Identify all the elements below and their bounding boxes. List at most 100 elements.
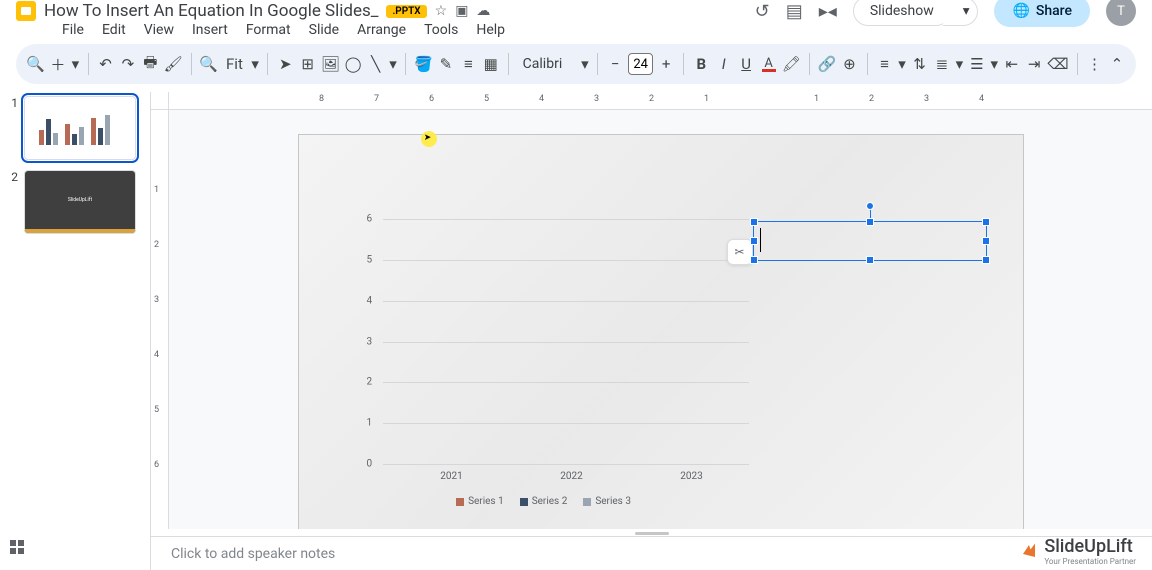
add-comment-button[interactable]: ⊕ bbox=[840, 50, 858, 78]
font-size-input[interactable]: 24 bbox=[628, 53, 653, 75]
explore-grid-icon[interactable] bbox=[10, 540, 26, 560]
align-button[interactable]: ≡ bbox=[875, 50, 893, 78]
select-tool[interactable]: ➤ bbox=[276, 50, 294, 78]
thumb-chart-icon bbox=[39, 109, 125, 145]
zoom-button[interactable]: 🔍 bbox=[199, 50, 218, 78]
slide-panel: 1 2 SlideUpLift bbox=[0, 92, 150, 570]
rotate-handle[interactable] bbox=[866, 202, 874, 210]
text-color-button[interactable]: A bbox=[759, 50, 777, 78]
paint-format-button[interactable]: 🖌 bbox=[164, 50, 183, 78]
fill-color-button[interactable]: 🪣 bbox=[414, 50, 433, 78]
resize-handle[interactable] bbox=[982, 218, 990, 226]
chart-x-label: 2023 bbox=[653, 471, 731, 482]
collapse-toolbar-button[interactable]: ⌃ bbox=[1108, 50, 1126, 78]
align-dropdown[interactable]: ▾ bbox=[898, 50, 907, 78]
slide-thumbnail-2[interactable]: SlideUpLift bbox=[24, 170, 136, 234]
decrease-indent-button[interactable]: ⇤ bbox=[1003, 50, 1021, 78]
undo-button[interactable]: ↶ bbox=[96, 50, 114, 78]
resize-handle[interactable] bbox=[750, 237, 758, 245]
slide-number: 2 bbox=[8, 170, 18, 184]
highlight-button[interactable]: 🖍 bbox=[782, 50, 801, 78]
resize-handle[interactable] bbox=[750, 218, 758, 226]
menu-view[interactable]: View bbox=[136, 20, 182, 40]
document-title[interactable]: How To Insert An Equation In Google Slid… bbox=[44, 1, 378, 21]
watermark: SlideUpLift Your Presentation Partner bbox=[1020, 536, 1136, 566]
line-spacing-button[interactable]: ⇅ bbox=[910, 50, 928, 78]
zoom-dropdown[interactable]: ▾ bbox=[251, 50, 260, 78]
border-weight-button[interactable]: ≡ bbox=[459, 50, 477, 78]
menu-bar: File Edit View Insert Format Slide Arran… bbox=[0, 22, 1152, 44]
text-box[interactable] bbox=[753, 221, 987, 261]
speaker-notes-placeholder: Click to add speaker notes bbox=[171, 546, 335, 562]
textbox-tool[interactable]: ⊞ bbox=[299, 50, 317, 78]
menu-arrange[interactable]: Arrange bbox=[349, 20, 414, 40]
border-dash-button[interactable]: ▦ bbox=[482, 50, 500, 78]
menu-format[interactable]: Format bbox=[238, 20, 299, 40]
resize-handle[interactable] bbox=[982, 237, 990, 245]
menu-help[interactable]: Help bbox=[468, 20, 513, 40]
legend-item: Series 3 bbox=[583, 496, 631, 507]
meet-icon[interactable]: ▸◂ bbox=[819, 1, 837, 22]
horizontal-ruler[interactable]: 876543211234 bbox=[169, 92, 1152, 110]
redo-button[interactable]: ↷ bbox=[119, 50, 137, 78]
menu-tools[interactable]: Tools bbox=[416, 20, 466, 40]
canvas-viewport[interactable]: 0123456202120222023 Series 1Series 2Seri… bbox=[169, 110, 1152, 529]
star-icon[interactable]: ☆ bbox=[435, 3, 448, 19]
print-button[interactable]: 🖶 bbox=[141, 50, 159, 78]
increase-font-button[interactable]: + bbox=[657, 50, 675, 78]
font-dropdown[interactable]: ▾ bbox=[581, 50, 590, 78]
clear-formatting-button[interactable]: ⌫ bbox=[1047, 50, 1068, 78]
resize-handle[interactable] bbox=[750, 256, 758, 264]
shape-tool[interactable]: ◯ bbox=[344, 50, 362, 78]
more-tools-button[interactable]: ⋮ bbox=[1085, 50, 1103, 78]
menu-edit[interactable]: Edit bbox=[94, 20, 134, 40]
new-slide-dropdown[interactable]: ▾ bbox=[71, 50, 80, 78]
move-folder-icon[interactable]: ▣ bbox=[455, 3, 468, 19]
legend-item: Series 2 bbox=[520, 496, 568, 507]
toolbar: 🔍 ＋ ▾ ↶ ↷ 🖶 🖌 🔍 Fit ▾ ➤ ⊞ 🖼 ◯ ╲ ▾ 🪣 ✎ ≡ … bbox=[16, 44, 1136, 84]
slide-canvas[interactable]: 0123456202120222023 Series 1Series 2Seri… bbox=[298, 134, 1024, 529]
line-dropdown[interactable]: ▾ bbox=[389, 50, 398, 78]
legend-item: Series 1 bbox=[456, 496, 504, 507]
text-caret bbox=[760, 228, 761, 252]
history-icon[interactable]: ↺ bbox=[755, 1, 770, 22]
decrease-font-button[interactable]: − bbox=[606, 50, 624, 78]
notes-resize-handle[interactable] bbox=[151, 529, 1152, 536]
chart-legend: Series 1 Series 2 Series 3 bbox=[339, 496, 749, 507]
image-tool[interactable]: 🖼 bbox=[321, 50, 340, 78]
menu-insert[interactable]: Insert bbox=[184, 20, 236, 40]
numbered-list-button[interactable]: ≣ bbox=[933, 50, 951, 78]
resize-handle[interactable] bbox=[982, 256, 990, 264]
italic-button[interactable]: I bbox=[715, 50, 733, 78]
cloud-status-icon[interactable]: ☁ bbox=[476, 3, 490, 19]
comments-icon[interactable]: ▤ bbox=[786, 1, 803, 22]
resize-handle[interactable] bbox=[866, 256, 874, 264]
vertical-ruler[interactable]: 123456 bbox=[151, 110, 169, 529]
font-family-select[interactable]: Calibri bbox=[517, 56, 577, 72]
bulleted-list-button[interactable]: ☰ bbox=[968, 50, 986, 78]
insert-link-button[interactable]: 🔗 bbox=[818, 50, 837, 78]
speaker-notes[interactable]: Click to add speaker notes SlideUpLift Y… bbox=[151, 536, 1152, 570]
bold-button[interactable]: B bbox=[692, 50, 710, 78]
slide-number: 1 bbox=[8, 96, 18, 110]
bar-chart[interactable]: 0123456202120222023 Series 1Series 2Seri… bbox=[339, 219, 749, 509]
border-color-button[interactable]: ✎ bbox=[437, 50, 455, 78]
slide-thumbnail-1[interactable] bbox=[24, 96, 136, 160]
pptx-badge: .PPTX bbox=[386, 5, 426, 18]
slides-logo-icon[interactable] bbox=[16, 1, 36, 21]
new-slide-button[interactable]: ＋ bbox=[49, 50, 67, 78]
numbered-list-dropdown[interactable]: ▾ bbox=[955, 50, 964, 78]
zoom-level[interactable]: Fit bbox=[222, 50, 247, 78]
search-menus-icon[interactable]: 🔍 bbox=[26, 50, 45, 78]
slideuplift-logo-icon bbox=[1020, 542, 1038, 560]
menu-slide[interactable]: Slide bbox=[301, 20, 347, 40]
chart-x-label: 2021 bbox=[413, 471, 491, 482]
underline-button[interactable]: U bbox=[737, 50, 755, 78]
resize-handle[interactable] bbox=[866, 218, 874, 226]
menu-file[interactable]: File bbox=[54, 20, 92, 40]
line-tool[interactable]: ╲ bbox=[366, 50, 384, 78]
increase-indent-button[interactable]: ⇥ bbox=[1025, 50, 1043, 78]
chart-x-label: 2022 bbox=[533, 471, 611, 482]
cursor-highlight-icon: ➤ bbox=[421, 131, 437, 147]
bulleted-list-dropdown[interactable]: ▾ bbox=[990, 50, 999, 78]
